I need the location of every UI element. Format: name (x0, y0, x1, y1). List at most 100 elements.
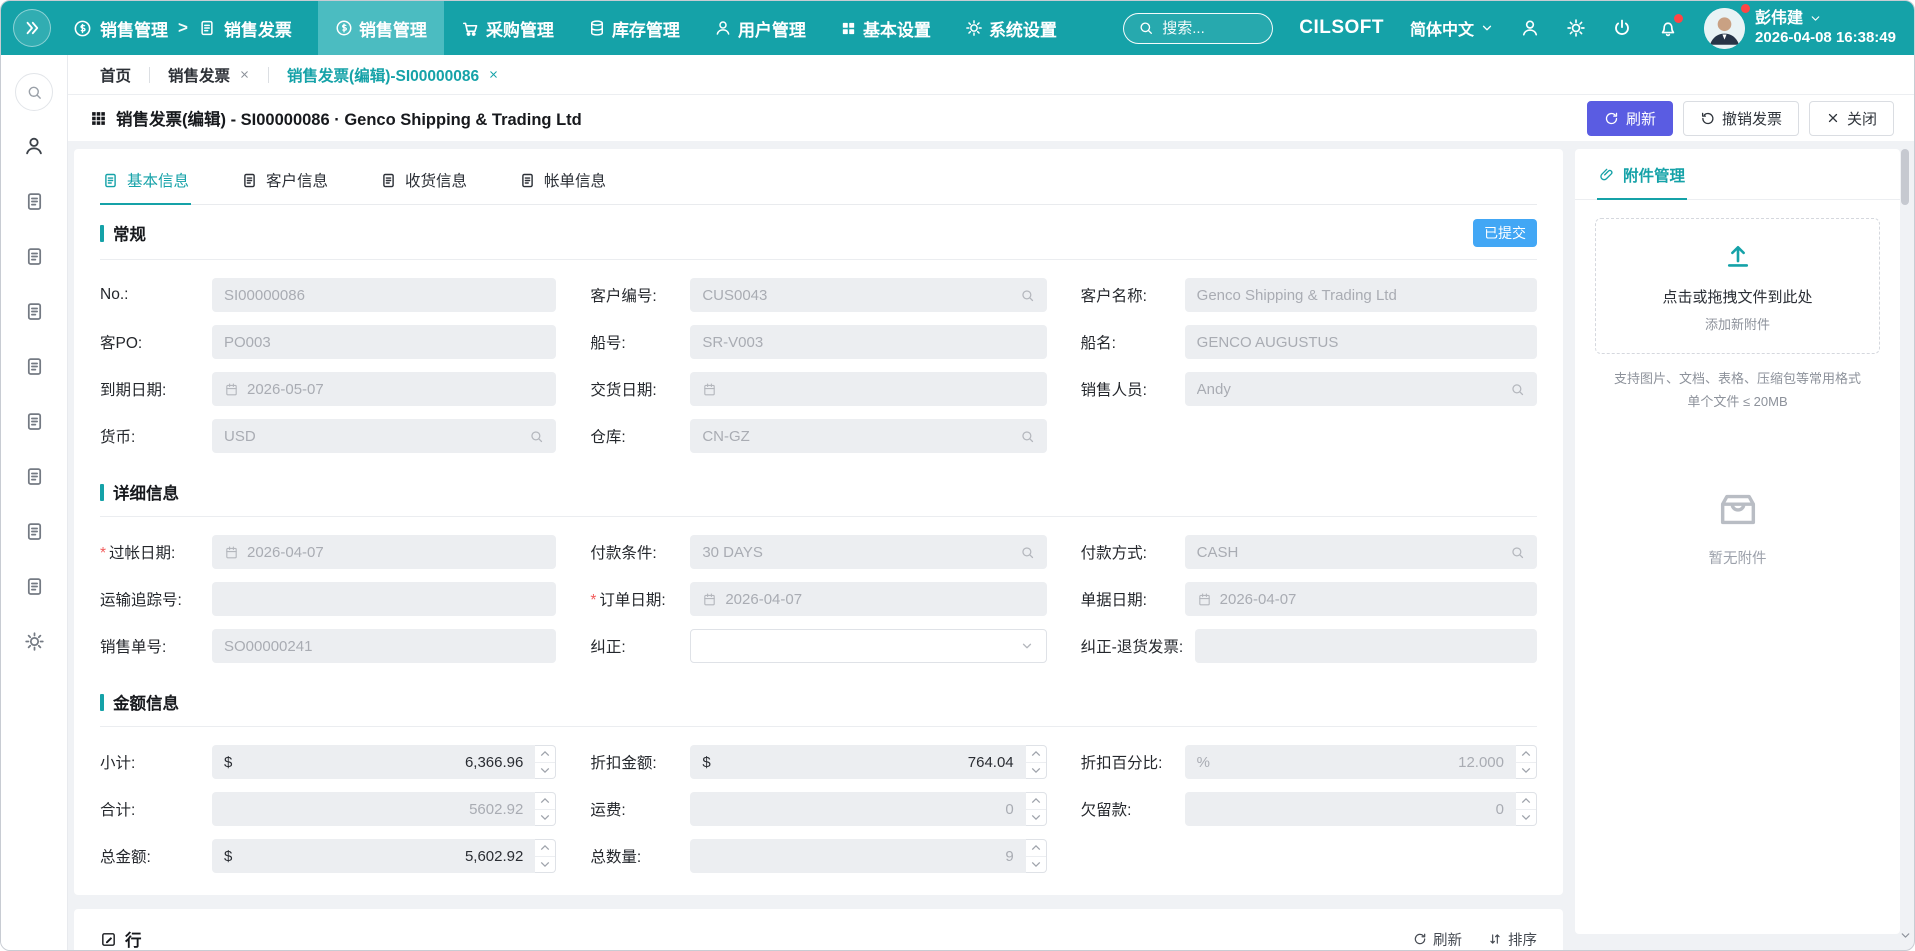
sidebar-item-doc-1[interactable] (24, 191, 45, 212)
field-label: 到期日期: (100, 378, 212, 400)
field-label: 付款条件: (590, 541, 690, 563)
spin-down-icon (1026, 856, 1046, 873)
field-label: 折扣百分比: (1081, 751, 1185, 773)
correction-select[interactable] (690, 629, 1046, 663)
field-label: 仓库: (590, 425, 690, 447)
section-accent-bar (100, 225, 104, 242)
page-scrollbar[interactable] (1899, 149, 1911, 942)
form-icon (380, 172, 397, 189)
menu-item-basic-settings[interactable]: 基本设置 (823, 1, 948, 55)
menu-item-users[interactable]: 用户管理 (697, 1, 823, 55)
profile-icon-button[interactable] (1520, 18, 1540, 38)
menu-item-system-settings[interactable]: 系统设置 (948, 1, 1074, 55)
tab-invoice-edit[interactable]: 销售发票(编辑)-SI00000086 (269, 55, 517, 94)
menu-item-sales[interactable]: 销售管理 (318, 1, 444, 55)
notifications-button[interactable] (1658, 18, 1678, 38)
chevron-down-icon (1480, 21, 1494, 35)
sidebar-item-doc-5[interactable] (24, 411, 45, 432)
sidebar-item-doc-2[interactable] (24, 246, 45, 267)
settings-icon-button[interactable] (1566, 18, 1586, 38)
breadcrumb: 销售管理 > 销售发票 (73, 16, 292, 41)
breadcrumb-module[interactable]: 销售管理 (100, 16, 168, 41)
void-invoice-button[interactable]: 撤销发票 (1683, 101, 1799, 136)
breadcrumb-page[interactable]: 销售发票 (224, 16, 292, 41)
close-button[interactable]: 关闭 (1809, 101, 1894, 136)
tab-home[interactable]: 首页 (82, 55, 149, 94)
tab-customer-info[interactable]: 客户信息 (239, 155, 330, 205)
status-badge: 已提交 (1473, 219, 1537, 247)
total-quantity-spinner (1026, 839, 1047, 873)
upload-hints: 支持图片、文档、表格、压缩包等常用格式 单个文件 ≤ 20MB (1575, 368, 1900, 414)
tab-attachments[interactable]: 附件管理 (1597, 149, 1687, 200)
section-title: 详细信息 (113, 480, 179, 504)
spin-up-icon (535, 746, 555, 762)
document-icon (24, 576, 45, 597)
field-label: 客户名称: (1081, 284, 1185, 306)
avatar-image (1704, 8, 1745, 49)
sidebar-item-doc-8[interactable] (24, 576, 45, 597)
spin-up-icon (1026, 793, 1046, 809)
posting-date-input: 2026-04-07 (212, 535, 556, 569)
grid-icon (90, 110, 107, 127)
retention-spinner (1516, 792, 1537, 826)
refresh-icon (1413, 932, 1427, 946)
discount-percent-spinner (1516, 745, 1537, 779)
empty-box-icon (1715, 486, 1761, 532)
tab-label: 销售发票 (168, 64, 230, 86)
sidebar-item-profile[interactable] (23, 135, 45, 157)
section-general: 常规 已提交 (100, 205, 1537, 260)
close-tab-icon[interactable] (239, 69, 250, 80)
sidebar-item-doc-6[interactable] (24, 466, 45, 487)
salesperson-input: Andy (1185, 372, 1537, 406)
lines-refresh-button[interactable]: 刷新 (1413, 929, 1462, 950)
customer-code-input: CUS0043 (690, 278, 1046, 312)
tab-shipping-info[interactable]: 收货信息 (378, 155, 469, 205)
field-label: 欠留款: (1081, 798, 1185, 820)
sidebar-item-doc-3[interactable] (24, 301, 45, 322)
logout-icon-button[interactable] (1612, 18, 1632, 38)
upload-dropzone[interactable]: 点击或拖拽文件到此处 添加新附件 (1595, 218, 1880, 354)
scrollbar-thumb[interactable] (1901, 149, 1909, 205)
menu-label: 销售管理 (359, 16, 427, 41)
global-search[interactable] (1123, 13, 1273, 44)
section-accent-bar (100, 694, 104, 711)
refresh-button[interactable]: 刷新 (1587, 101, 1673, 136)
language-label: 简体中文 (1410, 16, 1474, 40)
tab-billing-info[interactable]: 帐单信息 (517, 155, 608, 205)
user-menu[interactable]: 彭伟建 2026-04-08 16:38:49 (1704, 8, 1896, 49)
tab-basic-info[interactable]: 基本信息 (100, 155, 191, 205)
field-label: 总数量: (590, 845, 690, 867)
app-window: 销售管理 > 销售发票 销售管理 采购管理 库存管理 用户管理 (0, 0, 1915, 951)
sidebar-item-settings[interactable] (24, 631, 45, 652)
section-title: 金额信息 (113, 690, 179, 714)
sidebar-search-button[interactable] (15, 73, 53, 111)
ship-name-input: GENCO AUGUSTUS (1185, 325, 1537, 359)
search-icon (1020, 288, 1035, 303)
retention-input: 0 (1185, 792, 1516, 826)
close-tab-icon[interactable] (488, 69, 499, 80)
document-date-input: 2026-04-07 (1185, 582, 1537, 616)
main-menu: 销售管理 采购管理 库存管理 用户管理 基本设置 系统设置 (318, 1, 1074, 55)
lines-sort-button[interactable]: 排序 (1488, 929, 1537, 950)
menu-item-purchase[interactable]: 采购管理 (444, 1, 571, 55)
scroll-down-icon[interactable] (1899, 929, 1912, 942)
lines-title: 行 (100, 927, 142, 950)
field-label: 合计: (100, 798, 212, 820)
sidebar-item-doc-7[interactable] (24, 521, 45, 542)
language-selector[interactable]: 简体中文 (1410, 16, 1494, 40)
edit-table-icon (100, 931, 117, 948)
lines-card: 行 刷新 排序 (74, 909, 1563, 950)
menu-label: 用户管理 (738, 16, 806, 41)
subtotal-spinner (535, 745, 556, 779)
tab-sales-invoices[interactable]: 销售发票 (150, 55, 268, 94)
brand-logo: CILSOFT (1299, 17, 1384, 39)
sidebar-collapse-button[interactable] (13, 9, 51, 47)
form-tabs: 基本信息 客户信息 收货信息 (100, 155, 1537, 205)
menu-item-inventory[interactable]: 库存管理 (571, 1, 697, 55)
sidebar-item-doc-4[interactable] (24, 356, 45, 377)
field-label: *订单日期: (590, 588, 690, 610)
field-label: 纠正-退货发票: (1081, 635, 1195, 657)
calendar-icon (1197, 592, 1212, 607)
tab-label: 帐单信息 (544, 169, 606, 191)
search-input[interactable] (1162, 20, 1252, 37)
